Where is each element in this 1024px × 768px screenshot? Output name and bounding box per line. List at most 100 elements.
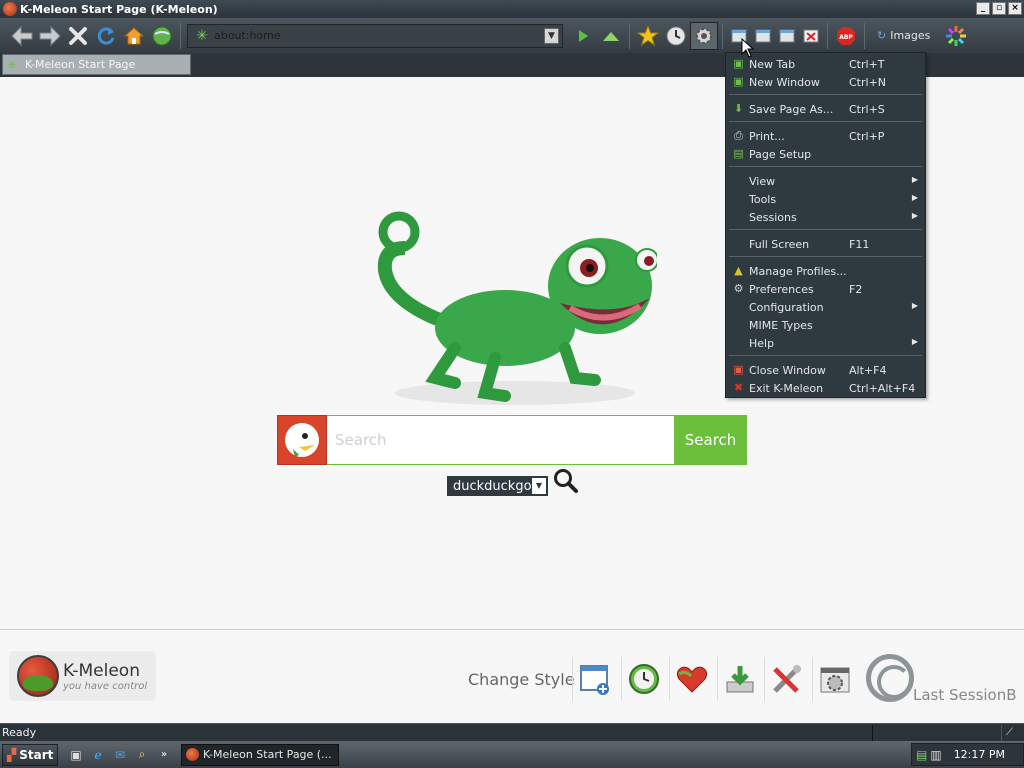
menu-item-shortcut: F2 (849, 283, 863, 296)
close-button[interactable]: × (1008, 2, 1022, 15)
exit-icon: ✖ (733, 381, 744, 394)
menu-item-exit[interactable]: ✖ Exit K-Meleon Ctrl+Alt+F4 (726, 379, 925, 397)
resize-grip-icon[interactable]: ⟋ (1006, 727, 1013, 738)
stop-button[interactable] (64, 22, 92, 50)
toolbar-separator (864, 22, 865, 49)
change-style-link[interactable]: Change Style (468, 670, 575, 689)
tab-title: K-Meleon Start Page (25, 58, 136, 71)
home-icon (123, 26, 145, 44)
chevron-right-icon: » (160, 749, 168, 760)
menu-item-configuration[interactable]: Configuration ▶ (726, 298, 925, 316)
menu-item-manage-profiles[interactable]: ▲ Manage Profiles... (726, 262, 925, 280)
title-bar: K-Meleon Start Page (K-Meleon) _ ▫ × (0, 0, 1024, 18)
menu-item-save-page-as[interactable]: ⬇ Save Page As... Ctrl+S (726, 100, 925, 118)
tools-shortcut[interactable] (764, 657, 808, 701)
home-button[interactable] (120, 22, 148, 50)
favorites-shortcut[interactable] (669, 657, 713, 701)
go-button[interactable] (569, 22, 597, 50)
menu-item-page-setup[interactable]: ▤ Page Setup (726, 145, 925, 163)
network-icon[interactable]: ▤ (916, 748, 927, 762)
minimize-button[interactable]: _ (976, 2, 990, 15)
restore-session-icon[interactable] (866, 654, 914, 702)
bookmarks-button[interactable] (634, 22, 662, 50)
duck-icon (285, 423, 319, 457)
quicklaunch-more[interactable]: » (154, 745, 174, 765)
settings-shortcut[interactable] (812, 657, 856, 701)
menu-item-label: New Window (749, 76, 820, 89)
kmeleon-task-icon (186, 748, 199, 761)
back-button[interactable] (8, 22, 36, 50)
toolbar-separator (827, 22, 828, 49)
images-refresh-icon: ↻ (877, 29, 887, 42)
kmeleon-logo: K-Meleon you have control (9, 651, 156, 701)
up-button[interactable] (597, 22, 625, 50)
mail-icon: ✉ (114, 747, 126, 762)
chameleon-mascot-image (377, 211, 657, 405)
quicklaunch-ie[interactable]: ℯ (88, 745, 108, 765)
menu-item-help[interactable]: Help ▶ (726, 334, 925, 352)
start-button[interactable]: ▞ Start (2, 743, 58, 766)
url-dropdown-button[interactable]: ▼ (544, 27, 559, 44)
up-arrow-icon (603, 31, 619, 41)
kmeleon-app-icon[interactable] (3, 2, 17, 16)
reload-button[interactable] (92, 22, 120, 50)
profiles-icon: ▲ (734, 264, 743, 277)
menu-item-preferences[interactable]: ⚙ Preferences F2 (726, 280, 925, 298)
forward-button[interactable] (36, 22, 64, 50)
quicklaunch-show-desktop[interactable]: ▣ (66, 745, 86, 765)
menu-item-view[interactable]: View ▶ (726, 172, 925, 190)
toolbar-separator (722, 22, 723, 49)
menu-item-label: Page Setup (749, 148, 812, 161)
url-text[interactable]: about:home (214, 29, 281, 42)
downloads-shortcut[interactable] (717, 657, 761, 701)
menu-separator (729, 256, 922, 257)
adblock-icon: ABP (837, 26, 855, 45)
quicklaunch-outlook[interactable]: ✉ (110, 745, 130, 765)
history-shortcut[interactable] (621, 657, 665, 701)
new-window-shortcut[interactable] (572, 657, 616, 701)
close-tab-button[interactable] (799, 22, 823, 50)
new-window-icon: ▣ (733, 75, 744, 88)
adblock-button[interactable]: ABP (832, 22, 860, 50)
menu-item-new-tab[interactable]: ▣ New Tab Ctrl+T (726, 55, 925, 73)
restore-button[interactable]: ▫ (992, 2, 1006, 15)
start-page-footer: K-Meleon you have control Change Style L… (0, 629, 1024, 723)
svg-text:ABP: ABP (839, 34, 853, 41)
search-input[interactable] (327, 415, 674, 465)
star-icon (637, 24, 659, 46)
go-home-globe-button[interactable] (148, 22, 176, 50)
duckduckgo-logo-icon (277, 415, 327, 465)
clock[interactable]: 12:17 PM (954, 748, 1005, 761)
menu-item-new-window[interactable]: ▣ New Window Ctrl+N (726, 73, 925, 91)
download-icon (726, 666, 753, 693)
tools-menu-button[interactable] (690, 21, 718, 50)
magnifier-search-icon[interactable] (553, 468, 579, 494)
menu-item-full-screen[interactable]: Full Screen F11 (726, 235, 925, 253)
menu-separator (729, 229, 922, 230)
menu-separator (729, 94, 922, 95)
tab-kmeleon-start-page[interactable]: ✳ K-Meleon Start Page (2, 54, 191, 75)
menu-item-sessions[interactable]: Sessions ▶ (726, 208, 925, 226)
menu-item-print[interactable]: ⎙ Print... Ctrl+P (726, 127, 925, 145)
window-icon (779, 29, 795, 42)
menu-item-label: Print... (749, 130, 785, 143)
quicklaunch-explorer[interactable]: ⌕ (132, 745, 152, 765)
new-window-icon (579, 665, 609, 695)
menu-item-label: MIME Types (749, 319, 813, 332)
last-session-link[interactable]: Last SessionB (913, 686, 1017, 704)
volume-icon[interactable]: ▥ (930, 748, 941, 762)
submenu-arrow-icon: ▶ (911, 175, 918, 184)
taskbar-item-kmeleon[interactable]: K-Meleon Start Page (... (181, 743, 339, 766)
menu-item-shortcut: F11 (849, 238, 870, 251)
window-controls: _ ▫ × (976, 2, 1022, 15)
history-button[interactable] (662, 22, 690, 50)
images-toggle-button[interactable]: ↻ Images (869, 29, 938, 42)
menu-item-mime-types[interactable]: MIME Types (726, 316, 925, 334)
search-engine-select[interactable]: duckduckgo ▼ (447, 476, 548, 496)
window-button-3[interactable] (775, 22, 799, 50)
wrench-screwdriver-icon (772, 665, 801, 693)
menu-item-close-window[interactable]: ▣ Close Window Alt+F4 (726, 361, 925, 379)
menu-item-tools[interactable]: Tools ▶ (726, 190, 925, 208)
url-bar[interactable]: ✳ about:home ▼ (187, 23, 563, 48)
search-button[interactable]: Search (674, 415, 747, 465)
